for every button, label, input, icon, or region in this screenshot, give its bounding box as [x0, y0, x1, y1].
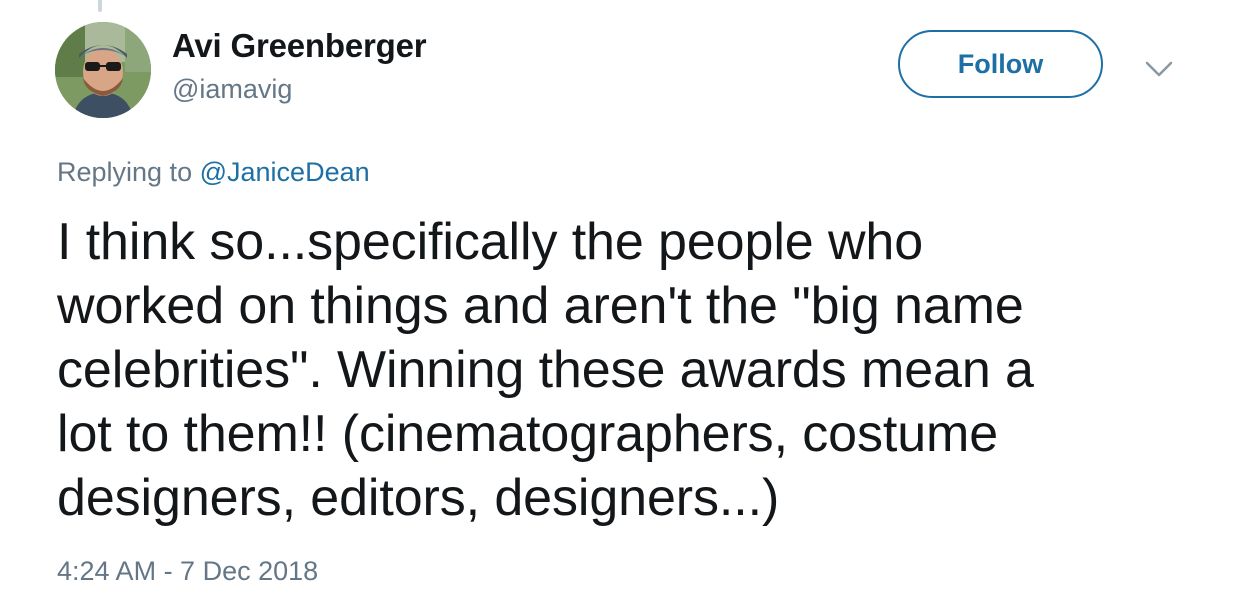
chevron-down-icon [1145, 61, 1173, 77]
author-handle[interactable]: @iamavig [172, 74, 292, 105]
tweet-text-line: celebrities". Winning these awards mean … [57, 341, 1034, 399]
tweet-text-line: lot to them!! (cinematographers, costume [57, 405, 999, 463]
tweet-text: I think so...specifically the people who… [57, 210, 1177, 530]
tweet-text-line: I think so...specifically the people who [57, 213, 924, 271]
follow-button[interactable]: Follow [898, 30, 1103, 98]
more-options-button[interactable] [1142, 56, 1176, 82]
reply-context-prefix: Replying to [57, 157, 193, 187]
thread-connector-line [98, 0, 102, 12]
reply-mention-link[interactable]: @JaniceDean [200, 157, 370, 187]
reply-context: Replying to @JaniceDean [57, 157, 370, 188]
author-display-name[interactable]: Avi Greenberger [172, 27, 427, 65]
tweet-text-line: designers, editors, designers...) [57, 469, 780, 527]
tweet-timestamp[interactable]: 4:24 AM - 7 Dec 2018 [57, 556, 318, 587]
tweet-text-line: worked on things and aren't the "big nam… [57, 277, 1024, 335]
avatar-photo-icon [55, 22, 151, 118]
avatar[interactable] [55, 22, 151, 118]
